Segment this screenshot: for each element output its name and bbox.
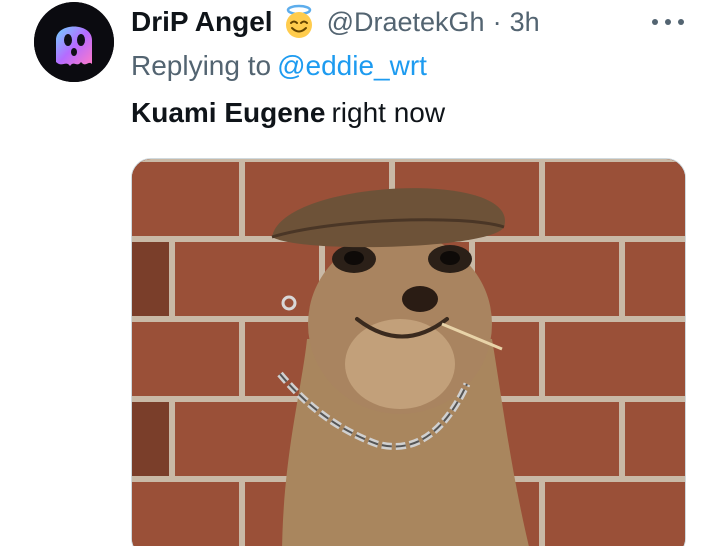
tweet-text-bold: Kuami Eugene	[131, 97, 326, 128]
replying-to: Replying to @eddie_wrt	[131, 50, 427, 82]
tweet-header: DriP Angel @DraetekGh · 3h	[131, 4, 540, 40]
ghost-avatar-icon	[34, 2, 114, 82]
more-dot	[652, 19, 658, 25]
timestamp[interactable]: 3h	[510, 7, 540, 38]
more-horizontal-icon[interactable]	[648, 8, 688, 36]
meerkat-photo	[132, 159, 685, 546]
separator: ·	[492, 6, 502, 37]
avatar[interactable]	[34, 2, 114, 82]
reply-prefix: Replying to	[131, 50, 272, 81]
more-dot	[678, 19, 684, 25]
reply-mention-link[interactable]: @eddie_wrt	[277, 50, 427, 81]
tweet-text-rest: right now	[331, 97, 446, 128]
display-name[interactable]: DriP Angel	[131, 6, 273, 38]
tweet-media-image[interactable]	[131, 158, 686, 546]
more-dot	[665, 19, 671, 25]
smiling-face-with-halo-icon	[281, 4, 317, 40]
tweet-text: Kuami Eugene right now	[131, 97, 445, 129]
handle[interactable]: @DraetekGh	[327, 7, 485, 38]
